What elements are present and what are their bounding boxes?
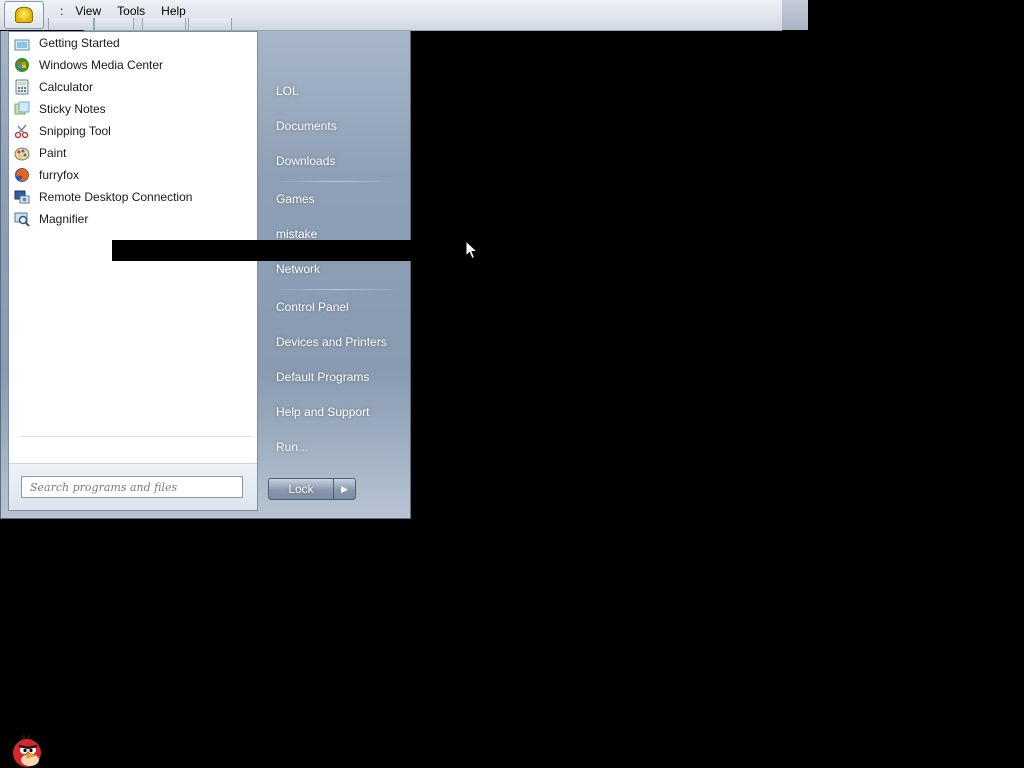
menu-tools[interactable]: Tools <box>109 4 153 18</box>
programs-divider <box>21 436 251 437</box>
places-pane: LOL Documents Downloads Games mistake Ne… <box>260 31 410 519</box>
program-paint[interactable]: Paint <box>11 142 255 164</box>
mouse-cursor-icon <box>465 240 479 260</box>
program-label: Sticky Notes <box>39 102 106 116</box>
getting-started-icon <box>14 39 30 51</box>
place-help-and-support[interactable]: Help and Support <box>268 398 406 426</box>
program-getting-started[interactable]: Getting Started <box>11 32 255 54</box>
media-center-icon <box>15 58 29 72</box>
shutdown-options-arrow-icon[interactable]: ▶ <box>334 478 356 500</box>
program-label: Paint <box>39 146 67 160</box>
paint-icon <box>14 147 30 161</box>
menu-separator: : <box>60 4 64 18</box>
place-devices-and-printers[interactable]: Devices and Printers <box>268 328 406 356</box>
search-strip <box>9 463 257 510</box>
place-default-programs[interactable]: Default Programs <box>268 363 406 391</box>
angry-bird-icon[interactable] <box>10 732 46 768</box>
program-windows-media-center[interactable]: Windows Media Center <box>11 54 255 76</box>
menu-items: : View Tools Help <box>56 4 194 18</box>
toolbar-ghost-button <box>142 18 186 31</box>
programs-pane: Getting Started Windows Media Center Cal… <box>8 31 258 511</box>
lock-button[interactable]: Lock <box>268 478 334 500</box>
program-snipping-tool[interactable]: Snipping Tool <box>11 120 255 142</box>
calculator-icon <box>15 79 29 95</box>
menu-bar: : View Tools Help <box>0 0 808 31</box>
sticky-notes-icon <box>14 101 30 115</box>
toolbar-ghost-button <box>94 18 134 31</box>
magnifier-icon <box>14 212 30 227</box>
program-label: Remote Desktop Connection <box>39 190 193 204</box>
toolbar-ghost-button <box>188 18 232 31</box>
program-magnifier[interactable]: Magnifier <box>11 208 255 230</box>
redaction-bar <box>112 240 411 261</box>
program-label: Snipping Tool <box>39 124 111 138</box>
program-calculator[interactable]: Calculator <box>11 76 255 98</box>
start-menu: Getting Started Windows Media Center Cal… <box>0 31 411 519</box>
menu-view[interactable]: View <box>67 4 109 18</box>
program-furryfox[interactable]: furryfox <box>11 164 255 186</box>
place-games[interactable]: Games <box>268 185 406 213</box>
place-run[interactable]: Run... <box>268 433 406 461</box>
program-label: Windows Media Center <box>39 58 164 72</box>
search-input[interactable] <box>21 476 243 498</box>
program-remote-desktop[interactable]: Remote Desktop Connection <box>11 186 255 208</box>
program-label: Getting Started <box>39 36 120 50</box>
remote-desktop-icon <box>14 190 30 204</box>
program-label: Calculator <box>39 80 94 94</box>
place-downloads[interactable]: Downloads <box>268 147 406 175</box>
menu-help[interactable]: Help <box>153 4 194 18</box>
menu-bar-tail <box>782 0 808 30</box>
lock-split-button: Lock ▶ <box>268 478 358 500</box>
places-separator <box>276 181 398 182</box>
folder-icon <box>15 7 33 23</box>
place-control-panel[interactable]: Control Panel <box>268 293 406 321</box>
snipping-tool-icon <box>14 124 29 139</box>
place-documents[interactable]: Documents <box>268 112 406 140</box>
program-label: furryfox <box>39 168 80 182</box>
app-button[interactable] <box>4 1 44 29</box>
program-sticky-notes[interactable]: Sticky Notes <box>11 98 255 120</box>
program-label: Magnifier <box>39 212 89 226</box>
places-separator <box>276 289 398 290</box>
firefox-icon <box>15 168 29 182</box>
place-lol[interactable]: LOL <box>268 77 406 105</box>
